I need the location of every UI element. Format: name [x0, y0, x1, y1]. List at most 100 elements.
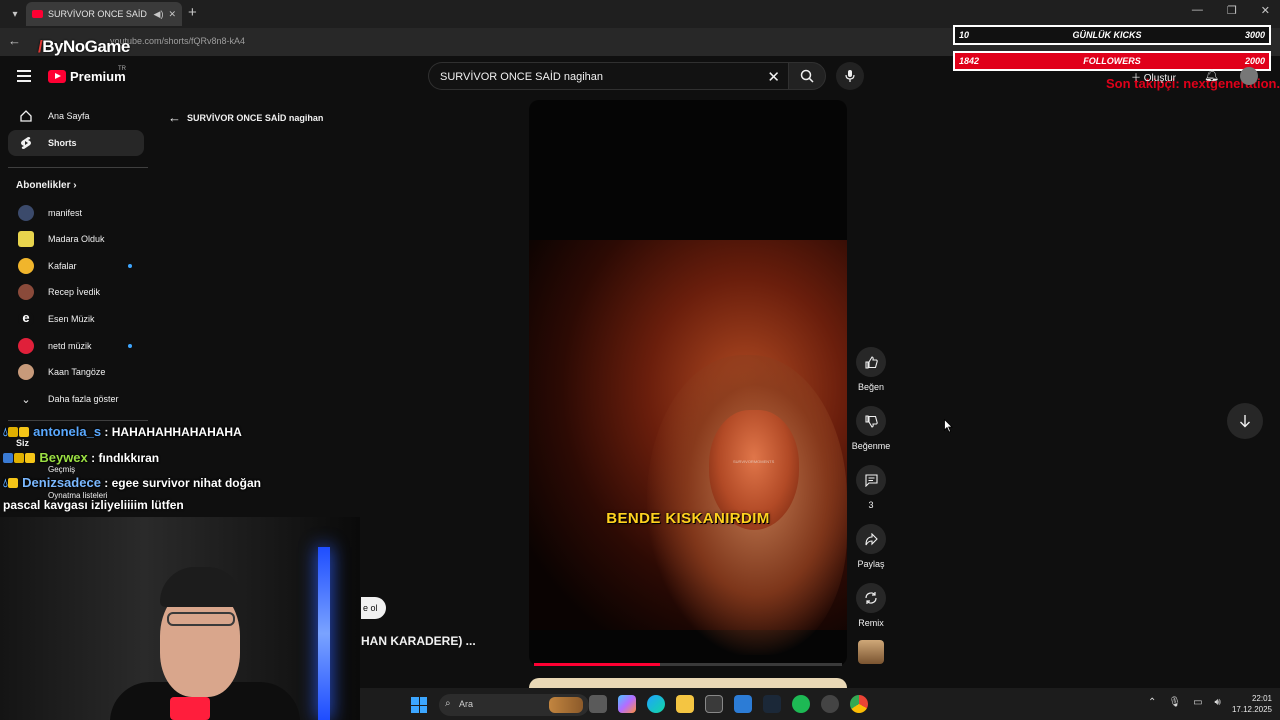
sidebar-item-home[interactable]: Ana Sayfa: [8, 103, 144, 129]
chevron-up-icon[interactable]: ⌃: [1148, 697, 1156, 708]
show-more-label: Daha fazla göster: [48, 394, 119, 404]
browser-back-button[interactable]: ←: [8, 33, 21, 48]
minimize-icon[interactable]: —: [1192, 4, 1203, 17]
microphone-icon: [845, 70, 855, 82]
tab-audio-icon[interactable]: ◀): [154, 9, 164, 20]
display-icon[interactable]: ▭: [1193, 697, 1202, 708]
store-icon[interactable]: [705, 695, 723, 713]
remix-action[interactable]: Remix: [851, 583, 891, 628]
arrow-left-icon: ←: [168, 110, 181, 125]
video-progress-bar[interactable]: [534, 663, 842, 666]
subscribe-button-partial[interactable]: e ol: [361, 597, 386, 619]
taskbar-search-placeholder: Ara: [459, 699, 474, 709]
new-content-dot: [128, 264, 132, 268]
copilot-icon[interactable]: [618, 695, 636, 713]
chat-username[interactable]: Beywex: [39, 450, 87, 465]
video-progress-fill: [534, 663, 661, 666]
file-explorer-icon[interactable]: [676, 695, 694, 713]
comment-count: 3: [868, 500, 874, 510]
chevron-down-icon: ⌄: [21, 393, 31, 406]
steam-icon[interactable]: [763, 695, 781, 713]
obs-icon[interactable]: [821, 695, 839, 713]
chat-text: : egee survivor nihat doğan: [104, 476, 261, 490]
dislike-label: Beğenme: [851, 441, 891, 451]
crown-badge-icon: [18, 427, 29, 437]
tab-close-icon[interactable]: ✕: [168, 9, 176, 20]
chat-text: : fındıkkıran: [91, 451, 160, 465]
video-frame: SURVIVORMOMENTS: [529, 240, 847, 655]
search-button[interactable]: [788, 62, 826, 90]
notifications-bell-icon[interactable]: 🔔︎: [1204, 68, 1219, 82]
create-label: Oluştur: [1143, 73, 1177, 84]
clock-time: 22:01: [1251, 694, 1272, 703]
search-term-title: SURVİVOR ONCE SAİD nagihan: [187, 112, 324, 123]
channel-name: Recep İvedik: [48, 287, 101, 297]
channel-avatar: [18, 338, 34, 354]
channel-thumbnail[interactable]: [858, 640, 884, 664]
voice-search-button[interactable]: [836, 62, 864, 90]
channel-name: Madara Olduk: [48, 234, 105, 244]
url-field[interactable]: youtube.com/shorts/fQRv8n8-kA4: [110, 36, 245, 46]
edge-icon[interactable]: [647, 695, 665, 713]
youtube-play-icon: [48, 70, 66, 83]
chrome-icon[interactable]: [850, 695, 868, 713]
youtube-favicon-icon: [32, 10, 43, 18]
sidebar-item-shorts[interactable]: Shorts: [8, 130, 144, 156]
streamer-webcam: [0, 517, 360, 720]
screen: ▾ SURVİVOR ONCE SAİD nagihan ◀) ✕ + — ❐ …: [0, 0, 1280, 720]
sidebar-channel[interactable]: Recep İvedik: [8, 279, 144, 305]
mail-icon[interactable]: [734, 695, 752, 713]
system-tray: ⌃ 🎙︎ ▭ 🔊︎: [1148, 697, 1221, 708]
account-avatar[interactable]: [1240, 67, 1258, 85]
sidebar-channel[interactable]: Madara Olduk: [8, 226, 144, 252]
remix-icon: [856, 583, 886, 613]
kick-goal-label: GÜNLÜK KICKS: [1072, 30, 1142, 40]
channel-avatar: [18, 258, 34, 274]
comments-action[interactable]: 3: [851, 465, 891, 510]
sidebar-channel[interactable]: Kafalar: [8, 253, 144, 279]
subscriptions-heading[interactable]: Abonelikler ›: [16, 180, 77, 191]
like-label: Beğen: [857, 382, 885, 392]
back-to-search[interactable]: ← SURVİVOR ONCE SAİD nagihan: [168, 110, 323, 125]
close-window-icon[interactable]: ✕: [1261, 4, 1270, 17]
bynogame-overlay-logo: /ByNoGame: [38, 37, 130, 56]
search-box[interactable]: SURVİVOR ONCE SAİD nagihan ✕: [428, 62, 788, 90]
chat-message-continuation: pascal kavgası izliyeliiiim lütfen: [3, 498, 184, 512]
create-button[interactable]: ＋ Oluştur: [1131, 69, 1176, 84]
plus-icon: ＋: [1131, 73, 1144, 84]
search-input[interactable]: SURVİVOR ONCE SAİD nagihan: [440, 71, 603, 83]
sidebar-show-more[interactable]: ⌄ Daha fazla göster: [8, 386, 144, 412]
chat-username[interactable]: Denizsadece: [22, 475, 101, 490]
crown-badge-icon: [25, 453, 35, 463]
new-tab-button[interactable]: +: [188, 4, 197, 21]
windows-start-icon[interactable]: [411, 697, 427, 713]
sub-badge-icon: [14, 453, 24, 463]
like-action[interactable]: Beğen: [851, 347, 891, 392]
system-clock[interactable]: 22:01 17.12.2025: [1230, 693, 1272, 715]
sidebar-item-label: Ana Sayfa: [48, 111, 90, 121]
sidebar-channel[interactable]: Kaan Tangöze: [8, 359, 144, 385]
chat-message: 💧︎ Denizsadece : egee survivor nihat doğ…: [3, 475, 323, 491]
sidebar-channel[interactable]: manifest: [8, 200, 144, 226]
sidebar-item-history[interactable]: Geçmiş: [48, 465, 75, 474]
microphone-tray-icon[interactable]: 🎙︎: [1168, 697, 1181, 708]
clear-search-icon[interactable]: ✕: [767, 68, 780, 86]
browser-tab[interactable]: SURVİVOR ONCE SAİD nagihan ◀) ✕: [26, 2, 182, 26]
next-video-button[interactable]: [1227, 403, 1263, 439]
sidebar-channel[interactable]: netd müzik: [8, 333, 144, 359]
sidebar-channel[interactable]: e Esen Müzik: [8, 306, 144, 332]
chat-message: Beywex : fındıkkıran: [3, 450, 323, 465]
volume-icon[interactable]: 🔊︎: [1215, 697, 1221, 708]
taskbar-search[interactable]: ⌕ Ara: [439, 694, 589, 716]
chat-username[interactable]: antonela_s: [33, 424, 101, 439]
dislike-action[interactable]: Beğenme: [851, 406, 891, 451]
share-label: Paylaş: [857, 559, 885, 569]
spotify-icon[interactable]: [792, 695, 810, 713]
maximize-icon[interactable]: ❐: [1227, 4, 1237, 17]
tab-search-button[interactable]: ▾: [6, 5, 24, 23]
task-view-icon[interactable]: [589, 695, 607, 713]
shorts-video-player[interactable]: SURVIVORMOMENTS BENDE KISKANIRDIM: [529, 100, 847, 666]
menu-icon[interactable]: [17, 70, 31, 85]
share-action[interactable]: Paylaş: [851, 524, 891, 569]
youtube-premium-logo[interactable]: Premium TR: [48, 66, 126, 84]
